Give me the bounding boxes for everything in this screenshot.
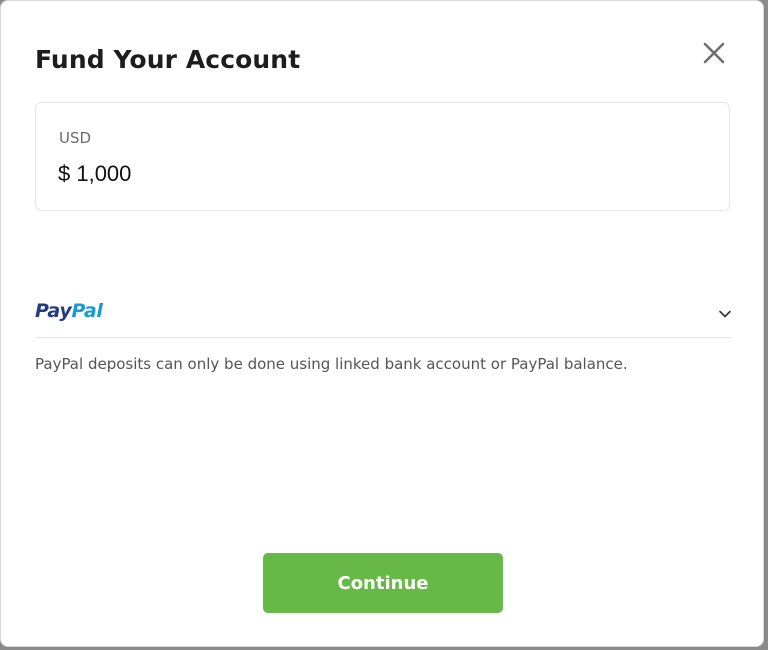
payment-method-select[interactable]: PayPal xyxy=(35,291,732,338)
paypal-logo-pay: Pay xyxy=(35,300,72,322)
chevron-down-icon[interactable] xyxy=(718,307,732,321)
amount-input[interactable] xyxy=(58,161,698,187)
amount-field-container[interactable]: USD xyxy=(35,102,730,211)
paypal-deposit-note: PayPal deposits can only be done using l… xyxy=(35,355,628,373)
close-icon xyxy=(703,42,725,64)
currency-label: USD xyxy=(59,129,92,147)
paypal-logo: PayPal xyxy=(35,300,103,322)
continue-button[interactable]: Continue xyxy=(263,553,503,613)
modal-title: Fund Your Account xyxy=(35,45,301,74)
close-button[interactable] xyxy=(699,38,729,68)
fund-account-modal: Fund Your Account USD PayPal PayPal depo… xyxy=(0,0,764,647)
paypal-logo-pal: Pal xyxy=(71,300,103,322)
